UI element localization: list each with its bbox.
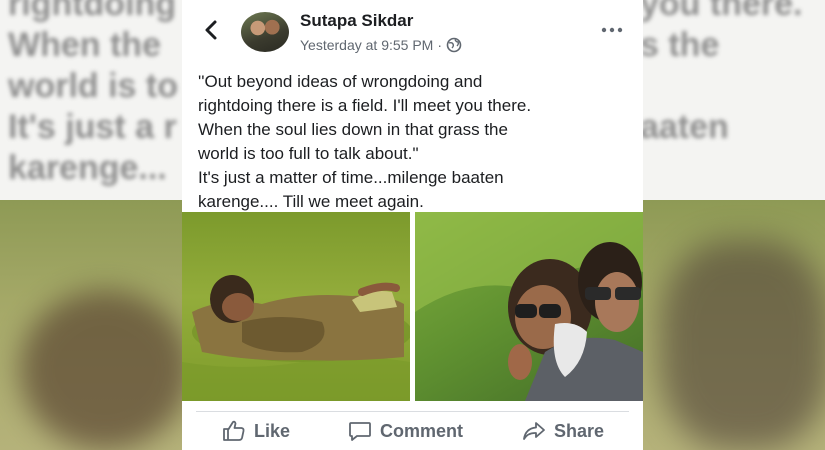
- globe-icon: [446, 37, 462, 53]
- like-button[interactable]: Like: [222, 420, 290, 442]
- post-line: world is too full to talk about.": [198, 144, 419, 163]
- post-line: It's just a matter of time...milenge baa…: [198, 168, 504, 187]
- backdrop-figure-right: [660, 240, 825, 450]
- back-arrow-icon[interactable]: [202, 18, 220, 42]
- backdrop-right-text: you there. s the aaten: [640, 0, 803, 146]
- more-options-icon[interactable]: [600, 20, 624, 40]
- post-line: rightdoing there is a field. I'll meet y…: [198, 96, 532, 115]
- post-header: Sutapa Sikdar Yesterday at 9:55 PM ·: [182, 0, 643, 62]
- photo-left-drawing: [182, 275, 410, 401]
- post-meta: Yesterday at 9:55 PM ·: [300, 37, 462, 53]
- post-card: Sutapa Sikdar Yesterday at 9:55 PM · ''O…: [182, 0, 643, 450]
- avatar[interactable]: [241, 12, 289, 52]
- comment-bubble-icon: [349, 422, 371, 441]
- photo-man-lying-on-grass[interactable]: [182, 212, 410, 401]
- photo-selfie-couple[interactable]: [415, 212, 643, 401]
- post-message: ''Out beyond ideas of wrongdoing and rig…: [198, 70, 638, 214]
- like-label: Like: [254, 420, 291, 441]
- share-arrow-icon: [523, 422, 545, 440]
- post-line: When the soul lies down in that grass th…: [198, 120, 508, 139]
- photo-grid: [182, 212, 643, 401]
- post-line: karenge.... Till we meet again.: [198, 192, 424, 211]
- backdrop-figure-left: [20, 290, 190, 450]
- post-line: ''Out beyond ideas of wrongdoing and: [198, 72, 483, 91]
- actions-divider: [196, 411, 629, 412]
- share-button[interactable]: Share: [522, 420, 604, 442]
- comment-label: Comment: [380, 420, 464, 441]
- meta-separator: ·: [437, 37, 443, 53]
- post-actions-bar: Like Comment Share: [182, 414, 643, 450]
- post-timestamp[interactable]: Yesterday at 9:55 PM: [300, 37, 433, 53]
- share-label: Share: [554, 420, 605, 441]
- author-name[interactable]: Sutapa Sikdar: [300, 11, 413, 31]
- thumbs-up-icon: [223, 420, 245, 441]
- photo-right-drawing: [415, 212, 643, 401]
- comment-button[interactable]: Comment: [348, 420, 463, 442]
